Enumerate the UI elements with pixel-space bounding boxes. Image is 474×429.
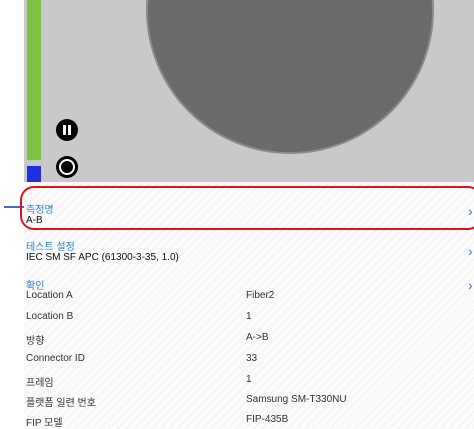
focus-level-bar: [27, 0, 41, 160]
fiber-image-view: [0, 0, 474, 182]
chevron-right-icon[interactable]: ›: [468, 244, 473, 258]
fiber-end-face: [148, 0, 432, 152]
row-label: FIP 모델: [26, 418, 63, 429]
left-margin: [0, 0, 24, 182]
row-value: Fiber2: [246, 290, 275, 301]
row-value: 1: [246, 374, 252, 385]
row-label: Location A: [26, 290, 73, 301]
measurement-highlight: [20, 186, 474, 230]
test-settings-value[interactable]: IEC SM SF APC (61300-3-35, 1.0): [26, 252, 179, 263]
row-value: 1: [246, 311, 252, 322]
row-value: A->B: [246, 332, 269, 343]
row-value: 33: [246, 353, 258, 364]
row-label: 프레임: [26, 378, 54, 389]
row-label: 방향: [26, 336, 45, 347]
chevron-right-icon[interactable]: ›: [468, 278, 473, 292]
test-settings-title: 테스트 설정: [26, 242, 75, 253]
row-label: Connector ID: [26, 353, 85, 364]
status-indicator: [27, 166, 41, 182]
row-value: Samsung SM-T330NU: [246, 394, 347, 405]
record-icon[interactable]: [56, 156, 78, 178]
row-label: Location B: [26, 311, 74, 322]
row-value: FIP-435B: [246, 414, 289, 425]
row-label: 플랫폼 일련 번호: [26, 398, 96, 409]
pause-icon[interactable]: [56, 119, 78, 141]
